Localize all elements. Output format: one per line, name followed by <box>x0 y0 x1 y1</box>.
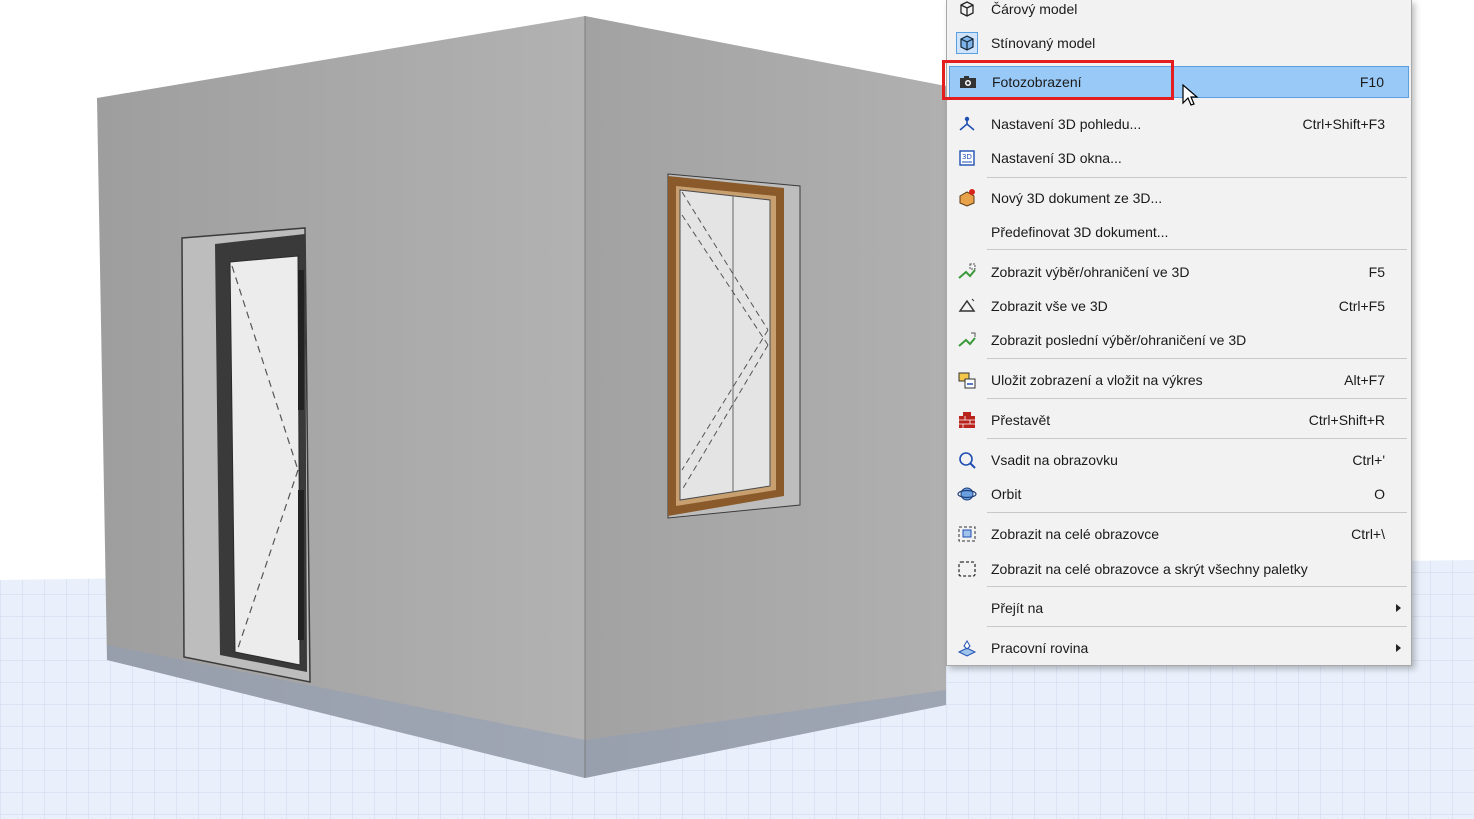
menu-separator <box>987 626 1407 627</box>
menu-item-show-all-3d[interactable]: Zobrazit vše ve 3D Ctrl+F5 <box>949 291 1409 321</box>
menu-separator <box>987 438 1407 439</box>
menu-item-fit-in-window[interactable]: Vsadit na obrazovku Ctrl+' <box>949 445 1409 475</box>
menu-item-orbit[interactable]: Orbit O <box>949 479 1409 509</box>
menu-item-new-3d-document[interactable]: Nový 3D dokument ze 3D... <box>949 183 1409 213</box>
menu-item-show-last-selection-3d[interactable]: Zobrazit poslední výběr/ohraničení ve 3D <box>949 325 1409 355</box>
building-model[interactable] <box>97 16 946 778</box>
door <box>181 227 311 683</box>
orbit-icon <box>957 484 977 504</box>
full-screen-hide-palettes-icon <box>957 559 977 579</box>
wireframe-model-icon <box>957 0 977 19</box>
menu-item-save-view-place[interactable]: Uložit zobrazení a vložit na výkres Alt+… <box>949 365 1409 395</box>
menu-item-3d-view-settings[interactable]: Nastavení 3D pohledu... Ctrl+Shift+F3 <box>949 109 1409 139</box>
show-all-3d-icon <box>957 296 977 316</box>
window <box>667 173 801 519</box>
menu-separator <box>987 249 1407 250</box>
mouse-cursor-icon <box>1182 84 1199 106</box>
menu-item-full-screen[interactable]: Zobrazit na celé obrazovce Ctrl+\ <box>949 519 1409 549</box>
menu-separator <box>987 177 1407 178</box>
show-last-selection-3d-icon <box>957 330 977 350</box>
menu-item-3d-window-settings[interactable]: 3D Nastavení 3D okna... <box>949 143 1409 173</box>
svg-text:3D: 3D <box>962 153 972 161</box>
menu-item-editing-plane[interactable]: Pracovní rovina <box>949 633 1409 663</box>
rebuild-icon <box>957 410 977 430</box>
submenu-arrow-icon <box>1396 604 1401 612</box>
full-screen-icon <box>957 524 977 544</box>
menu-item-shaded-model[interactable]: Stínovaný model <box>949 28 1409 58</box>
menu-item-go-to[interactable]: Přejít na <box>949 593 1409 623</box>
new-3d-document-icon <box>957 188 977 208</box>
menu-item-full-screen-hide-palettes[interactable]: Zobrazit na celé obrazovce a skrýt všech… <box>949 554 1409 584</box>
show-selection-3d-icon <box>957 262 977 282</box>
menu-item-show-selection-3d[interactable]: Zobrazit výběr/ohraničení ve 3D F5 <box>949 257 1409 287</box>
editing-plane-icon <box>957 638 977 658</box>
menu-separator <box>987 512 1407 513</box>
save-view-place-icon <box>957 370 977 390</box>
3d-window-settings-icon: 3D <box>957 148 977 168</box>
annotation-highlight-box <box>942 60 1174 100</box>
fit-in-window-icon <box>957 450 977 470</box>
menu-separator <box>987 398 1407 399</box>
menu-item-rebuild[interactable]: Přestavět Ctrl+Shift+R <box>949 405 1409 435</box>
menu-separator <box>987 586 1407 587</box>
menu-item-wireframe-model[interactable]: Čárový model <box>949 0 1409 24</box>
3d-view-settings-icon <box>957 114 977 134</box>
submenu-arrow-icon <box>1396 644 1401 652</box>
menu-separator <box>987 358 1407 359</box>
shaded-model-icon <box>956 32 978 54</box>
menu-item-redefine-3d-document[interactable]: Předefinovat 3D dokument... <box>949 217 1409 247</box>
